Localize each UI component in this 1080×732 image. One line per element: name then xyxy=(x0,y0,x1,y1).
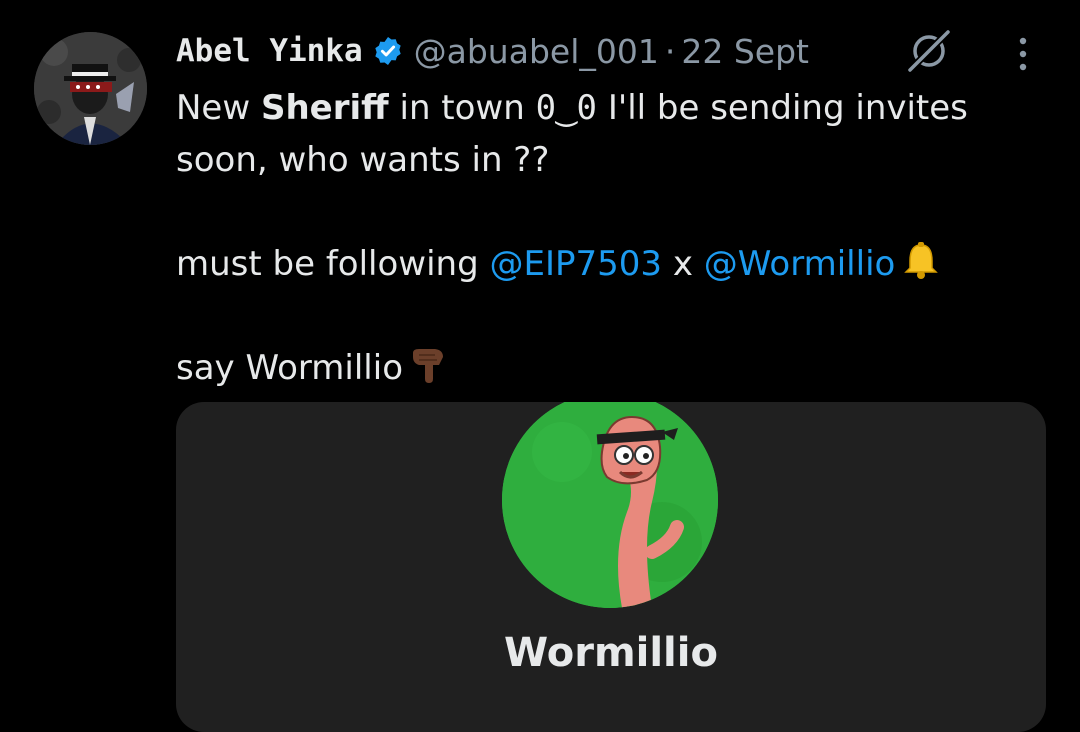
tweet-paragraph-3: say Wormillio xyxy=(176,342,1036,394)
card-display-name[interactable]: Wormillio xyxy=(176,630,1046,676)
text-segment: must be following xyxy=(176,244,490,284)
author-display-name[interactable]: Abel Yinka xyxy=(176,33,363,69)
profile-card[interactable]: Wormillio xyxy=(176,402,1046,732)
backhand-index-pointing-down-emoji xyxy=(413,349,443,383)
text-segment: New xyxy=(176,88,261,128)
text-face: 0‿0 xyxy=(535,88,598,128)
author-handle[interactable]: @abuabel_001 xyxy=(414,32,659,71)
tweet-paragraph-1: New Sheriff in town 0‿0 I'll be sending … xyxy=(176,82,1036,186)
text-segment: in town xyxy=(388,88,536,128)
text-segment: say Wormillio xyxy=(176,348,403,388)
text-segment: x xyxy=(662,244,704,284)
card-avatar[interactable] xyxy=(502,402,718,608)
bell-emoji xyxy=(904,242,939,279)
grok-icon[interactable] xyxy=(904,26,954,76)
mention-link-eip7503[interactable]: @EIP7503 xyxy=(490,244,663,284)
tweet-text: New Sheriff in town 0‿0 I'll be sending … xyxy=(176,82,1036,394)
text-bold-sheriff: Sheriff xyxy=(260,88,389,128)
tweet-date[interactable]: 22 Sept xyxy=(681,32,809,71)
author-avatar[interactable] xyxy=(34,32,147,145)
verified-badge-icon xyxy=(374,37,401,65)
mention-link-wormillio[interactable]: @Wormillio xyxy=(704,244,896,284)
more-vertical-icon[interactable] xyxy=(1011,34,1035,74)
header-separator: · xyxy=(664,31,676,71)
tweet-header: Abel Yinka @abuabel_001 · 22 Sept xyxy=(176,26,809,76)
tweet-paragraph-2: must be following @EIP7503 x @Wormillio xyxy=(176,238,1036,290)
